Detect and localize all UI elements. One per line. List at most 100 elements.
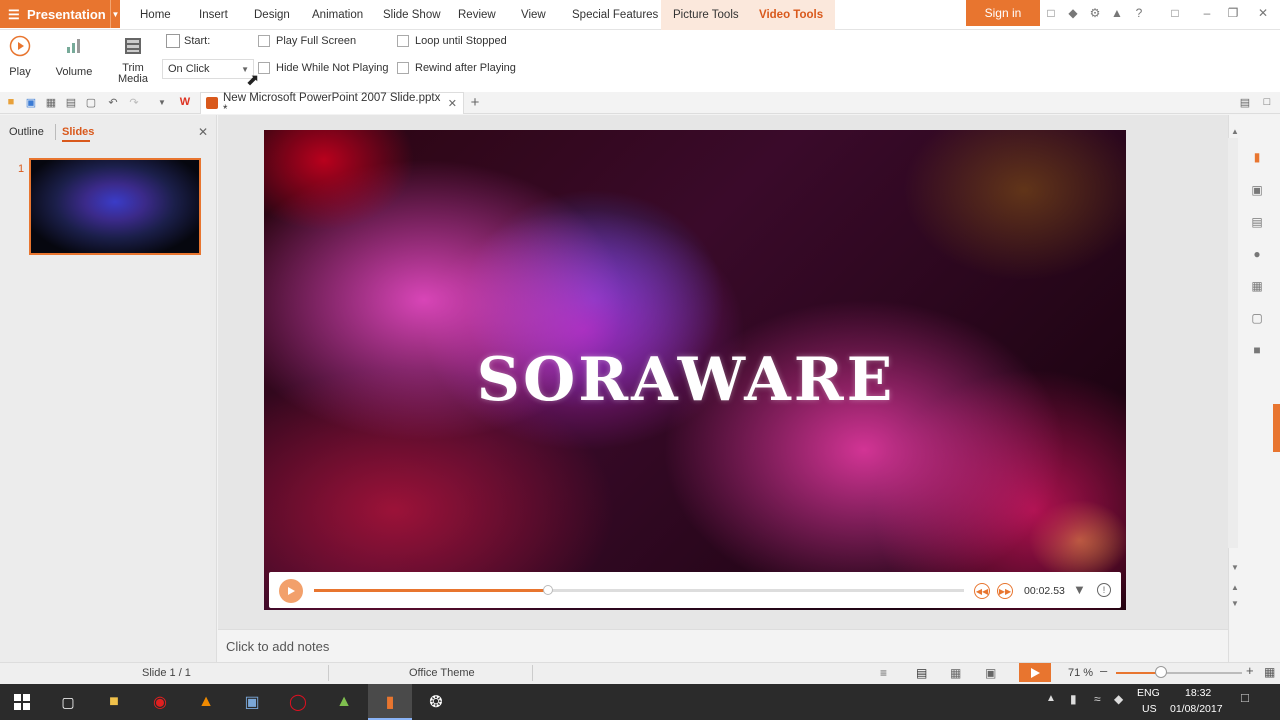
fit-window-icon[interactable]: ▦ — [1264, 665, 1275, 679]
minimize-icon[interactable]: – — [1200, 6, 1214, 20]
play-full-screen-checkbox[interactable]: Play Full Screen — [258, 35, 356, 47]
print-preview-icon[interactable]: ▢ — [84, 95, 98, 109]
menu-slide-show[interactable]: Slide Show — [371, 0, 453, 30]
close-tab-icon[interactable]: ✕ — [448, 97, 457, 110]
tab-slides[interactable]: Slides — [62, 126, 94, 138]
scrollbar[interactable] — [1228, 138, 1238, 548]
file-explorer-icon[interactable]: ■ — [100, 688, 128, 716]
tab-menu-icon[interactable]: ▤ — [1238, 95, 1252, 109]
app-menu-button[interactable]: ☰ Presentation ▼ — [0, 0, 120, 28]
scroll-up-icon[interactable]: ▲ — [1228, 124, 1242, 138]
tab-outline[interactable]: Outline — [9, 126, 44, 138]
maximize-icon[interactable]: ❐ — [1226, 6, 1240, 20]
zoom-in-icon[interactable]: + — [1246, 663, 1254, 678]
slide-sorter-icon[interactable]: ▦ — [950, 666, 961, 680]
speaker-icon[interactable]: ◆ — [1114, 692, 1123, 706]
notes-area[interactable]: Click to add notes — [218, 629, 1228, 662]
rewind-icon[interactable]: ◀◀ — [974, 583, 990, 599]
checkbox-box[interactable] — [397, 62, 409, 74]
signin-button[interactable]: Sign in — [966, 0, 1040, 26]
menu-picture-tools[interactable]: Picture Tools — [661, 0, 751, 30]
document-icon[interactable]: ▢ — [1250, 311, 1264, 325]
print-icon[interactable]: ▤ — [64, 95, 78, 109]
wps-presentation-icon[interactable]: ▮ — [376, 688, 404, 716]
hide-while-not-playing-checkbox[interactable]: Hide While Not Playing — [258, 62, 389, 74]
player-play-button[interactable] — [279, 579, 303, 603]
settings-icon[interactable]: ⚙ — [1088, 6, 1102, 20]
slide-title[interactable]: SORAWARE — [264, 345, 1108, 415]
language-region[interactable]: US — [1142, 703, 1157, 715]
checkbox-box[interactable] — [397, 35, 409, 47]
reading-view-icon[interactable]: ▣ — [985, 666, 996, 680]
cart-icon[interactable]: □ — [1044, 6, 1058, 20]
save-icon[interactable]: ▣ — [24, 95, 38, 109]
menu-review[interactable]: Review — [446, 0, 508, 30]
notes-toggle-icon[interactable]: ≡ — [880, 666, 887, 680]
next-slide-icon[interactable]: ▼ — [1228, 596, 1242, 610]
tab-list-icon[interactable]: □ — [1260, 95, 1274, 109]
trim-media-button[interactable]: Trim Media — [116, 34, 150, 85]
zoom-out-icon[interactable]: – — [1100, 663, 1107, 678]
menu-special-features[interactable]: Special Features — [560, 0, 670, 30]
volume-icon[interactable]: ▼ — [1073, 582, 1086, 597]
animation-icon[interactable]: ▦ — [1250, 279, 1264, 293]
template-icon[interactable]: ▤ — [1250, 215, 1264, 229]
chevron-down-icon[interactable]: ▼ — [110, 0, 120, 28]
menu-design[interactable]: Design — [242, 0, 302, 30]
close-panel-icon[interactable]: ✕ — [198, 125, 208, 139]
loop-until-stopped-checkbox[interactable]: Loop until Stopped — [397, 35, 507, 47]
volume-button[interactable]: Volume — [50, 34, 98, 78]
chevron-down-icon[interactable]: ▼ — [155, 95, 169, 109]
backup-icon[interactable]: ■ — [1250, 343, 1264, 357]
scroll-down-icon[interactable]: ▼ — [1228, 560, 1242, 574]
menu-view[interactable]: View — [509, 0, 558, 30]
document-tab[interactable]: New Microsoft PowerPoint 2007 Slide.pptx… — [200, 92, 464, 116]
restore-window-icon[interactable]: □ — [1168, 6, 1182, 20]
wifi-icon[interactable]: ≈ — [1094, 692, 1101, 706]
help-icon[interactable]: ? — [1132, 6, 1146, 20]
slide-layout-icon[interactable]: ▣ — [1250, 183, 1264, 197]
clock-date[interactable]: 01/08/2017 — [1170, 703, 1223, 715]
show-hidden-icons-icon[interactable]: ▲ — [1046, 693, 1056, 704]
new-tab-icon[interactable]: + — [468, 94, 482, 111]
opera-icon[interactable]: ◯ — [284, 688, 312, 716]
info-icon[interactable]: ! — [1097, 583, 1111, 597]
language-code[interactable]: ENG — [1137, 687, 1160, 699]
previous-slide-icon[interactable]: ▲ — [1228, 580, 1242, 594]
menu-home[interactable]: Home — [128, 0, 183, 30]
progress-handle[interactable] — [543, 585, 553, 595]
start-dropdown[interactable]: On Click ▼ — [162, 59, 254, 79]
slide-thumbnail[interactable] — [29, 158, 201, 255]
battery-icon[interactable]: ▮ — [1070, 692, 1077, 706]
antivirus-icon[interactable]: ◉ — [146, 688, 174, 716]
shirt-icon[interactable]: ▲ — [1110, 6, 1124, 20]
notification-icon[interactable]: □ — [1241, 690, 1249, 705]
normal-view-icon[interactable]: ▤ — [916, 666, 927, 680]
new-slide-icon[interactable]: ▮ — [1250, 150, 1264, 164]
play-button[interactable]: Play — [6, 34, 34, 78]
rewind-after-playing-checkbox[interactable]: Rewind after Playing — [397, 62, 516, 74]
menu-animation[interactable]: Animation — [300, 0, 375, 30]
wps-logo-icon[interactable]: W — [178, 95, 192, 109]
fast-forward-icon[interactable]: ▶▶ — [997, 583, 1013, 599]
clock-time[interactable]: 18:32 — [1185, 687, 1211, 699]
side-toggle-handle[interactable] — [1273, 404, 1280, 452]
open-folder-icon[interactable]: ■ — [4, 95, 18, 109]
task-view-icon[interactable]: ▢ — [54, 688, 82, 716]
undo-icon[interactable]: ↶ — [106, 95, 120, 109]
slideshow-play-button[interactable] — [1019, 663, 1051, 682]
close-icon[interactable]: ✕ — [1256, 6, 1270, 20]
export-icon[interactable]: ▦ — [44, 95, 58, 109]
menu-insert[interactable]: Insert — [187, 0, 240, 30]
video-editor-icon[interactable]: ❂ — [422, 688, 450, 716]
checkbox-box[interactable] — [258, 62, 270, 74]
slide-canvas[interactable]: SORAWARE — [264, 130, 1126, 610]
game-icon[interactable]: ▲ — [330, 688, 358, 716]
checkbox-box[interactable] — [258, 35, 270, 47]
redo-icon[interactable]: ↷ — [127, 95, 141, 109]
windows-start-icon[interactable] — [8, 688, 36, 716]
users-icon[interactable]: ● — [1250, 247, 1264, 261]
app-icon[interactable]: ▣ — [238, 688, 266, 716]
vlc-icon[interactable]: ▲ — [192, 688, 220, 716]
skin-icon[interactable]: ◆ — [1066, 6, 1080, 20]
